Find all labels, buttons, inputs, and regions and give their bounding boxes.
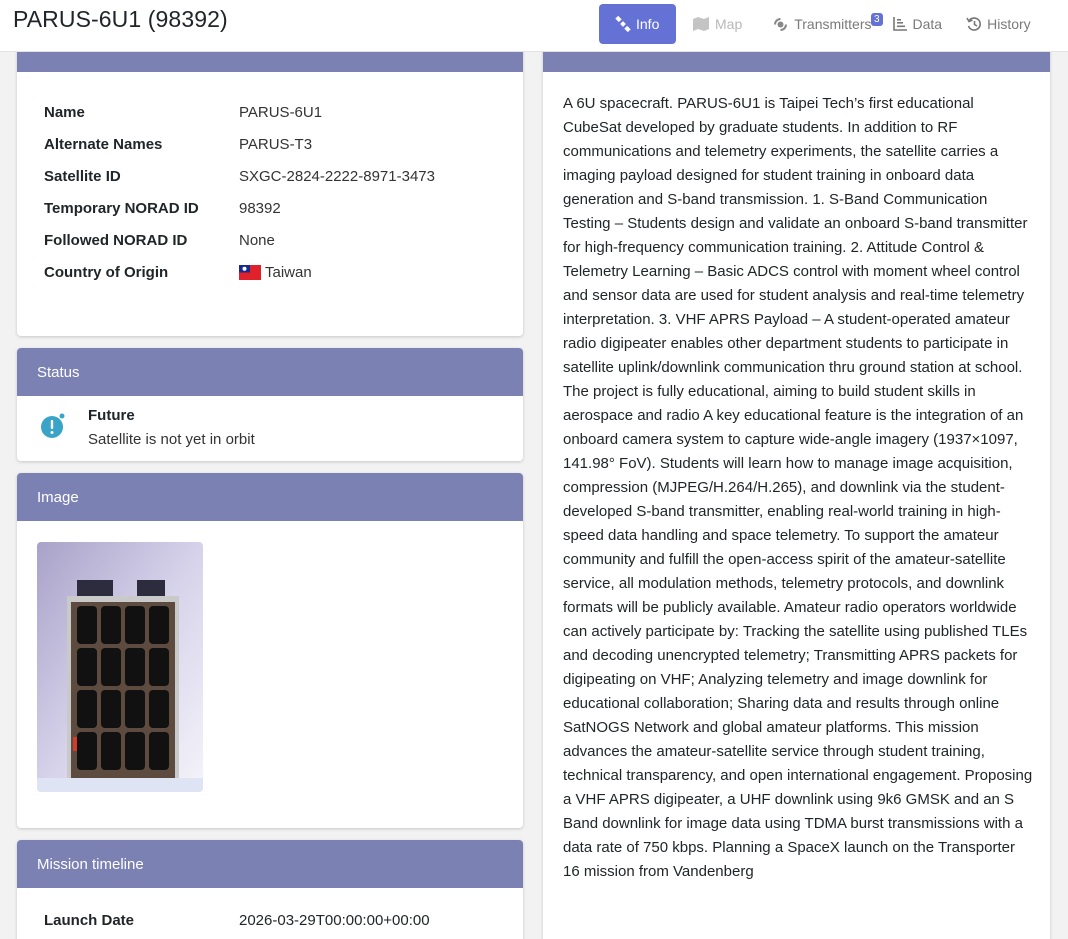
tab-transmitters[interactable]: Transmitters 3 [772,4,883,44]
tab-bar: Info Map Transmitters 3 Data History [599,4,1031,44]
alternate-names-label: Alternate Names [44,135,163,153]
page-title: PARUS-6U1 (98392) [13,6,228,32]
taiwan-flag-icon [239,264,261,280]
name-label: Name [44,103,85,121]
followed-norad-value: None [239,231,275,249]
satellite-id-value: SXGC-2824-2222-8971-3473 [239,167,435,185]
transmitters-count-badge: 3 [870,13,883,26]
description-card: A 6U spacecraft. PARUS-6U1 is Taipei Tec… [543,24,1050,939]
launch-date-row: Launch Date 2026-03-29T00:00:00+00:00 [44,912,430,929]
status-title: Future [88,407,135,424]
timeline-header: Mission timeline [17,840,523,888]
exclamation-circle-icon [39,412,67,445]
launch-date-value: 2026-03-29T00:00:00+00:00 [239,912,430,929]
temporary-norad-label: Temporary NORAD ID [44,199,199,217]
chart-icon [892,16,908,32]
tab-info[interactable]: Info [599,4,676,44]
satellite-icon [615,16,631,32]
tab-map[interactable]: Map [692,4,742,44]
launch-date-label: Launch Date [44,912,135,929]
tab-map-label: Map [715,16,743,32]
tab-history-label: History [987,16,1031,32]
status-body: Future Satellite is not yet in orbit [17,396,523,461]
tab-transmitters-label: Transmitters [794,16,872,32]
satellite-id-label: Satellite ID [44,167,121,185]
info-table: Name PARUS-6U1 Alternate Names PARUS-T3 … [44,96,435,288]
info-row-country: Country of Origin Taiwan [44,256,435,288]
country-value-wrap: Taiwan [239,264,312,281]
image-header: Image [17,473,523,521]
status-text: Satellite is not yet in orbit [88,431,255,448]
signal-icon [772,16,789,33]
info-row-alternate-names: Alternate Names PARUS-T3 [44,128,435,160]
image-card: Image [17,473,523,828]
country-label: Country of Origin [44,263,169,281]
map-icon [692,16,710,32]
satellite-image[interactable] [37,542,203,792]
country-value: Taiwan [265,263,312,281]
info-row-satellite-id: Satellite ID SXGC-2824-2222-8971-3473 [44,160,435,192]
satellite-info-card: Name PARUS-6U1 Alternate Names PARUS-T3 … [17,24,523,336]
status-card: Status Future Satellite is not yet in or… [17,348,523,461]
alternate-names-value: PARUS-T3 [239,135,313,153]
info-row-name: Name PARUS-6U1 [44,96,435,128]
info-row-temporary-norad: Temporary NORAD ID 98392 [44,192,435,224]
temporary-norad-value: 98392 [239,199,281,217]
info-row-followed-norad: Followed NORAD ID None [44,224,435,256]
name-value: PARUS-6U1 [239,103,323,121]
status-header: Status [17,348,523,396]
tab-data[interactable]: Data [892,4,943,44]
description-text: A 6U spacecraft. PARUS-6U1 is Taipei Tec… [563,95,1033,880]
history-icon [966,16,982,32]
tab-history[interactable]: History [966,4,1031,44]
mission-timeline-card: Mission timeline Launch Date 2026-03-29T… [17,840,523,939]
tab-info-label: Info [636,16,660,32]
tab-data-label: Data [912,16,943,32]
followed-norad-label: Followed NORAD ID [44,231,188,249]
top-bar: PARUS-6U1 (98392) Info Map Transmitters … [0,0,1068,52]
